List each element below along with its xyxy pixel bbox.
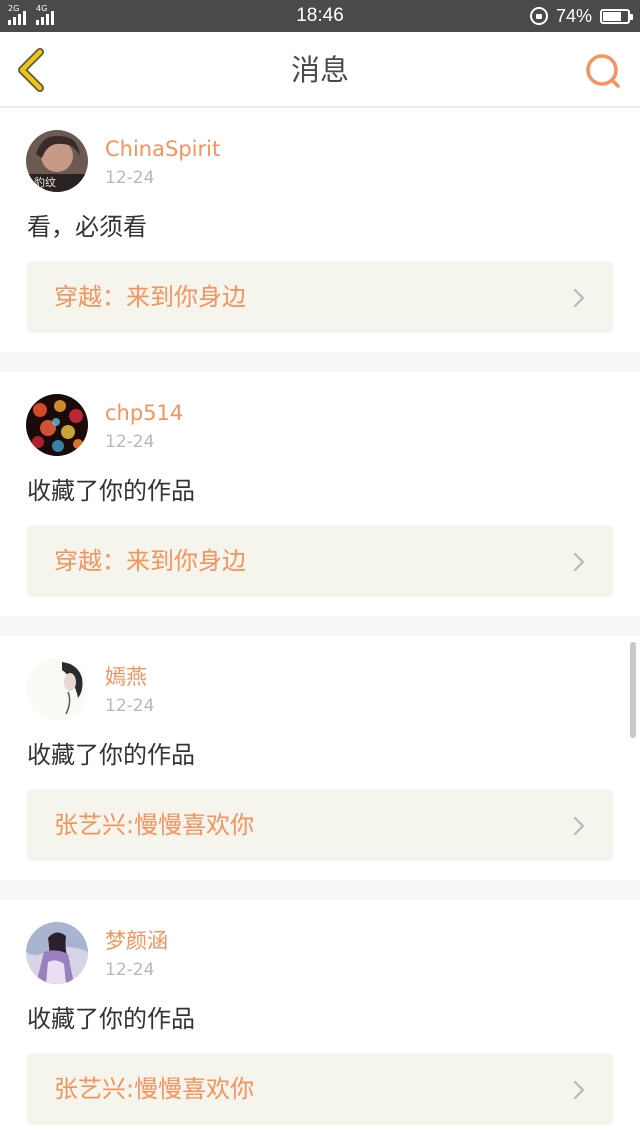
avatar[interactable]: 豹纹 [26, 130, 88, 192]
chevron-right-icon [573, 1080, 585, 1100]
search-button[interactable] [584, 52, 624, 92]
battery-icon [600, 8, 633, 24]
chevron-right-icon [573, 552, 585, 572]
message-item: 豹纹 ChinaSpirit 12-24 看，必须看 穿越：来到你身边 [0, 108, 640, 352]
page-title: 消息 [290, 53, 349, 87]
chevron-right-icon [573, 816, 585, 836]
message-list: 豹纹 ChinaSpirit 12-24 看，必须看 穿越：来到你身边 chp5… [0, 108, 640, 1144]
battery-percent: 74% [555, 6, 592, 26]
avatar-image: 豹纹 [26, 130, 88, 192]
message-date: 12-24 [105, 432, 155, 452]
message-date: 12-24 [105, 696, 155, 716]
status-bar: 2G 4G 18:46 74% [0, 0, 640, 32]
avatar[interactable] [26, 658, 88, 720]
separator [0, 352, 640, 372]
username[interactable]: chp514 [105, 400, 183, 426]
avatar-image [26, 394, 88, 456]
avatar-image [26, 922, 88, 984]
work-title: 张艺兴:慢慢喜欢你 [54, 811, 255, 839]
separator [0, 616, 640, 636]
avatar-caption: 豹纹 [34, 175, 56, 189]
search-icon [586, 54, 620, 88]
username[interactable]: 梦颜涵 [105, 928, 168, 954]
message-text: 收藏了你的作品 [27, 741, 195, 769]
work-title: 穿越：来到你身边 [54, 547, 246, 575]
avatar-image [26, 658, 88, 720]
message-item: 嫣燕 12-24 收藏了你的作品 张艺兴:慢慢喜欢你 [0, 636, 640, 880]
message-date: 12-24 [105, 168, 155, 188]
avatar[interactable] [26, 394, 88, 456]
avatar[interactable] [26, 922, 88, 984]
work-link[interactable]: 张艺兴:慢慢喜欢你 [27, 1053, 613, 1125]
rotation-lock-icon [529, 7, 548, 25]
username[interactable]: 嫣燕 [105, 664, 147, 690]
separator [0, 880, 640, 900]
work-link[interactable]: 穿越：来到你身边 [27, 261, 613, 333]
message-text: 收藏了你的作品 [27, 477, 195, 505]
work-link[interactable]: 穿越：来到你身边 [27, 525, 613, 597]
username[interactable]: ChinaSpirit [105, 136, 220, 162]
message-text: 收藏了你的作品 [27, 1005, 195, 1033]
chevron-right-icon [573, 288, 585, 308]
message-date: 12-24 [105, 960, 155, 980]
work-title: 穿越：来到你身边 [54, 283, 246, 311]
battery-fill [603, 11, 621, 21]
scrollbar[interactable] [630, 642, 636, 738]
message-item: 梦颜涵 12-24 收藏了你的作品 张艺兴:慢慢喜欢你 [0, 900, 640, 1144]
app-header: 消息 [0, 32, 640, 108]
message-text: 看，必须看 [27, 213, 147, 241]
work-title: 张艺兴:慢慢喜欢你 [54, 1075, 255, 1103]
work-link[interactable]: 张艺兴:慢慢喜欢你 [27, 789, 613, 861]
message-item: chp514 12-24 收藏了你的作品 穿越：来到你身边 [0, 372, 640, 616]
